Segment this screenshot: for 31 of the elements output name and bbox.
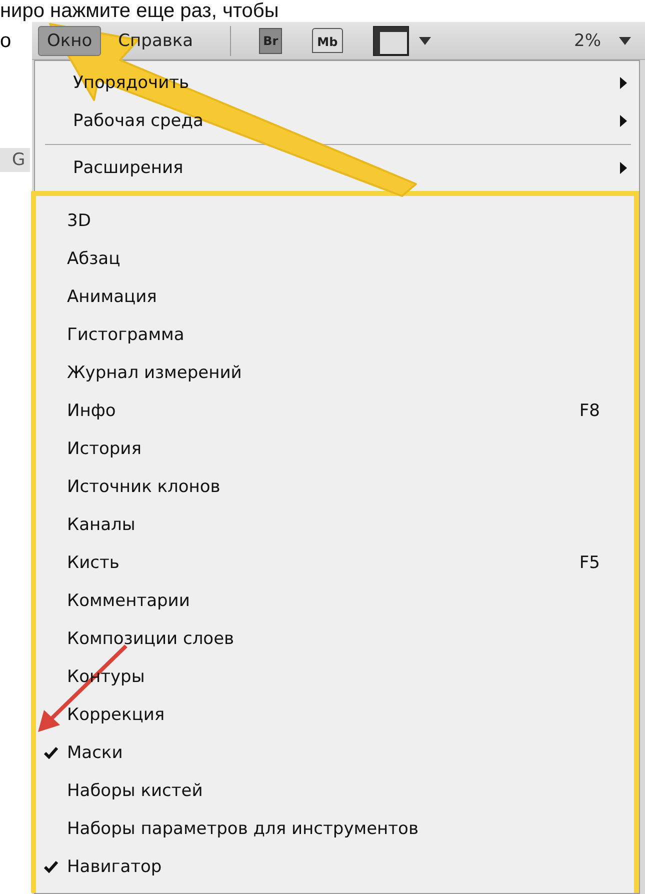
menu-item[interactable]: Анимация (67, 287, 157, 307)
mini-bridge-icon[interactable]: Mb (312, 28, 343, 53)
panel-label: G (0, 148, 30, 172)
caption-text: ниро нажмите еще раз, чтобы (0, 0, 280, 22)
menu-item[interactable]: Комментарии (67, 591, 190, 611)
menu-item[interactable]: История (67, 439, 142, 459)
menu-item[interactable]: Композиции слоев (67, 629, 234, 649)
menu-item[interactable]: 3D (67, 211, 91, 231)
menu-item[interactable]: Расширения (73, 158, 184, 178)
zoom-level[interactable]: 2% (574, 30, 601, 50)
menu-item[interactable]: Журнал измерений (67, 363, 242, 383)
menu-item[interactable]: Навигатор (67, 857, 162, 877)
screen-mode-icon[interactable] (372, 26, 409, 56)
shortcut-text: F8 (579, 401, 600, 421)
menu-item[interactable]: Абзац (67, 249, 120, 269)
menu-item[interactable]: Инфо (67, 401, 116, 421)
menu-item[interactable]: Наборы кистей (67, 781, 203, 801)
caret-icon[interactable] (619, 36, 631, 44)
menu-item[interactable]: Гистограмма (67, 325, 184, 345)
caption-text: о (0, 30, 12, 52)
menu-title[interactable]: Окно (38, 26, 102, 56)
menu-item[interactable]: Коррекция (67, 705, 165, 725)
menu-item[interactable]: Рабочая среда (73, 111, 204, 131)
menu-item[interactable]: Маски (67, 743, 123, 763)
menu-item[interactable]: Источник клонов (67, 477, 220, 497)
menu-item[interactable]: Наборы параметров для инструментов (67, 819, 418, 839)
shortcut-text: F5 (579, 553, 600, 573)
menu-item[interactable]: Каналы (67, 515, 136, 535)
bridge-icon[interactable]: Br (259, 28, 282, 54)
menu-item[interactable]: Кисть (67, 553, 120, 573)
caret-icon[interactable] (418, 36, 431, 44)
